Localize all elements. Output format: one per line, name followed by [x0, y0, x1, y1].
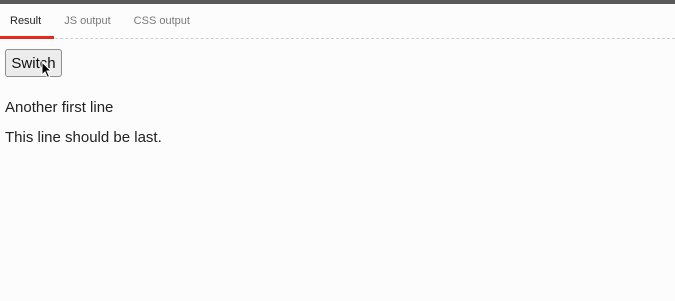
tab-result[interactable]: Result [0, 4, 55, 39]
tab-js-output[interactable]: JS output [54, 4, 123, 38]
tab-css-output-label: CSS output [133, 15, 190, 27]
tab-css-output[interactable]: CSS output [124, 4, 203, 38]
first-line-text: Another first line [5, 99, 114, 116]
last-line-text: This line should be last. [5, 129, 162, 146]
mouse-cursor-icon [41, 61, 53, 79]
tab-result-label: Result [10, 15, 42, 27]
switch-button[interactable]: Switch [5, 49, 62, 77]
result-panel: Switch Another first line This line shou… [0, 40, 675, 301]
tab-js-output-label: JS output [64, 15, 111, 27]
output-tabs: Result JS output CSS output [0, 4, 675, 39]
